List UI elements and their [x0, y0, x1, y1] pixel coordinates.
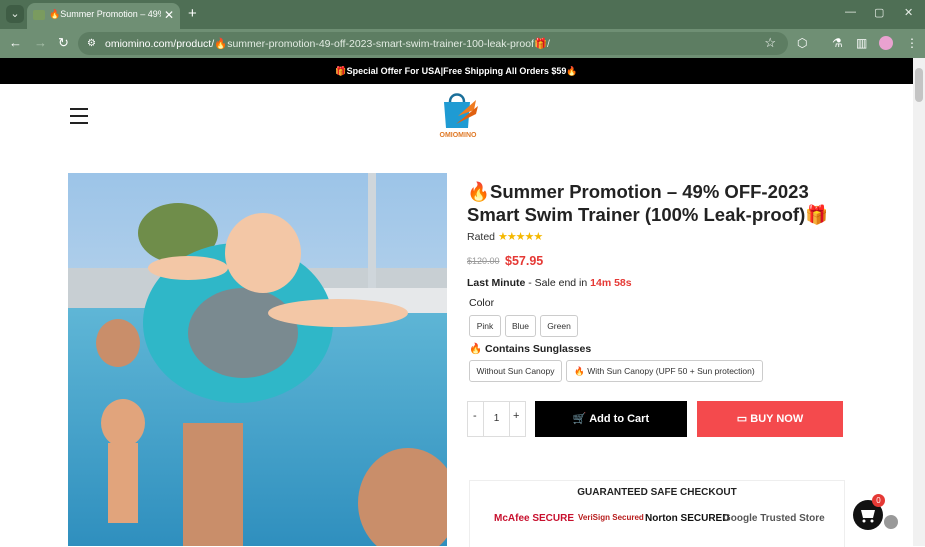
qty-increment-button[interactable]: +	[513, 410, 519, 422]
safe-checkout-box: GUARANTEED SAFE CHECKOUT McAfee SECURE V…	[469, 480, 845, 547]
reload-icon[interactable]: ↻	[58, 35, 69, 51]
site-logo[interactable]: OMIOMINO	[436, 88, 482, 144]
canopy-option-with[interactable]: 🔥 With Sun Canopy (UPF 50 + Sun protecti…	[566, 360, 763, 382]
mcafee-badge: McAfee SECURE	[494, 513, 575, 524]
sidebar-icon[interactable]: ▥	[856, 36, 867, 50]
last-minute-label: Last Minute	[467, 277, 526, 289]
canopy-option-without[interactable]: Without Sun Canopy	[469, 360, 562, 382]
url-text: omiomino.com/product/🔥summer-promotion-4…	[105, 37, 550, 50]
close-window-button[interactable]: ✕	[904, 6, 913, 19]
card-icon: ▭	[736, 413, 748, 425]
menu-kebab-icon[interactable]: ⋮	[906, 36, 918, 50]
new-tab-button[interactable]: +	[188, 5, 197, 22]
buy-now-label: BUY NOW	[750, 413, 804, 425]
norton-badge: Norton SECURED	[645, 513, 730, 524]
address-bar[interactable]: ⚙ omiomino.com/product/🔥summer-promotion…	[78, 32, 788, 55]
site-info-icon[interactable]: ⚙	[87, 38, 96, 49]
color-label: Color	[469, 297, 495, 309]
sunglasses-label: 🔥 Contains Sunglasses	[469, 343, 592, 355]
extensions-icon[interactable]: ⬡	[797, 36, 807, 50]
cart-count-badge: 0	[872, 494, 885, 507]
product-title: 🔥Summer Promotion – 49% OFF-2023 Smart S…	[467, 181, 829, 225]
qty-input[interactable]: 1	[483, 402, 510, 436]
tab-favicon-icon	[33, 10, 45, 20]
countdown-timer: 14m 58s	[590, 277, 632, 289]
rated-label: Rated	[467, 231, 496, 243]
minimize-button[interactable]: —	[845, 6, 856, 18]
bookmark-star-icon[interactable]: ☆	[764, 35, 776, 51]
color-option-green[interactable]: Green	[540, 315, 578, 337]
logo-text: OMIOMINO	[439, 132, 477, 139]
cart-icon: 🛒	[572, 413, 587, 425]
tab-close-icon[interactable]: ✕	[164, 8, 174, 22]
original-price: $120.00	[467, 256, 500, 266]
promo-banner: 🎁Special Offer For USA|Free Shipping All…	[0, 58, 913, 84]
active-tab[interactable]: 🔥Summer Promotion – 49% ... ✕	[27, 3, 180, 29]
color-option-pink[interactable]: Pink	[469, 315, 501, 337]
maximize-button[interactable]: ▢	[874, 6, 884, 19]
shopping-bag-icon	[444, 93, 478, 128]
qty-decrement-button[interactable]: -	[473, 410, 477, 422]
rating: Rated ★★★★★	[467, 230, 543, 243]
countdown: Last Minute - Sale end in 14m 58s	[467, 277, 632, 289]
product-image[interactable]	[68, 173, 447, 546]
profile-avatar[interactable]	[879, 36, 893, 50]
quantity-stepper: - 1 +	[467, 401, 526, 437]
hamburger-menu-icon[interactable]	[70, 108, 88, 129]
buy-now-button[interactable]: ▭ BUY NOW	[697, 401, 843, 437]
chat-widget-icon[interactable]	[884, 515, 898, 529]
lab-icon[interactable]: ⚗	[832, 36, 843, 50]
sale-end-text: - Sale end in	[525, 277, 591, 289]
sale-price: $57.95	[505, 254, 544, 268]
forward-icon[interactable]: →	[34, 35, 47, 50]
color-option-blue[interactable]: Blue	[505, 315, 536, 337]
browser-tab-bar: ⌄ 🔥Summer Promotion – 49% ... ✕ + — ▢ ✕	[0, 0, 925, 29]
safe-checkout-title: GUARANTEED SAFE CHECKOUT	[577, 487, 737, 498]
url-path: 🔥summer-promotion-49-off-2023-smart-swim…	[214, 38, 550, 50]
verisign-badge: VeriSign Secured	[578, 513, 644, 522]
add-to-cart-button[interactable]: 🛒 Add to Cart	[535, 401, 687, 437]
tab-search-icon[interactable]: ⌄	[6, 5, 24, 23]
tab-title: 🔥Summer Promotion – 49% ...	[49, 9, 161, 19]
back-icon[interactable]: ←	[9, 35, 22, 50]
page-scrollbar[interactable]	[913, 58, 925, 546]
url-host: omiomino.com/product/	[105, 38, 215, 50]
address-toolbar: ← → ↻ ⚙ omiomino.com/product/🔥summer-pro…	[0, 29, 925, 58]
add-to-cart-label: Add to Cart	[589, 413, 650, 425]
scrollbar-thumb[interactable]	[915, 68, 923, 102]
google-trusted-badge: Google Trusted Store	[723, 513, 825, 524]
star-rating-icon: ★★★★★	[497, 231, 543, 243]
